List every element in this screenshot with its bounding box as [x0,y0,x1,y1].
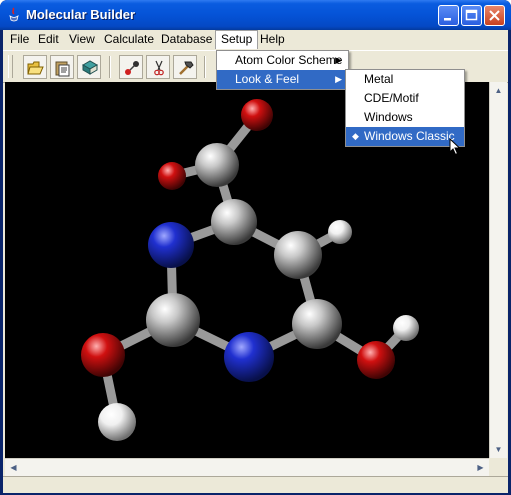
toolbar-separator [204,56,206,78]
atom-oxygen [241,99,273,131]
atom-carbon [146,293,200,347]
menu-item-metal[interactable]: Metal [346,70,464,89]
menu-item-look-and-feel[interactable]: Look & Feel ▶ [217,70,348,89]
menu-setup[interactable]: Setup [215,30,259,49]
build-button[interactable] [173,55,197,79]
title-bar[interactable]: Molecular Builder [0,0,511,30]
hammer-icon [179,61,194,75]
menu-file[interactable]: File [5,30,34,49]
minimize-icon [444,18,451,21]
menu-calculate[interactable]: Calculate [99,30,159,49]
toolbar-separator [109,56,111,78]
menu-database[interactable]: Database [156,30,217,49]
atom-hydrogen [328,220,352,244]
atom-carbon [211,199,257,245]
atom-carbon [292,299,342,349]
menu-bar: File Edit View Calculate Database Setup … [3,30,508,49]
maximize-button[interactable] [461,5,482,26]
open-button[interactable] [23,55,47,79]
atom-nitrogen [148,222,194,268]
scroll-corner [489,458,506,475]
horizontal-scrollbar[interactable]: ◀ ▶ [5,458,489,476]
atom-oxygen [158,162,186,190]
close-icon [489,10,500,21]
menu-help[interactable]: Help [255,30,290,49]
submenu-arrow-icon: ▶ [335,74,342,84]
atom-hydrogen [98,403,136,441]
scroll-right-icon[interactable]: ▶ [473,460,488,475]
toolbar-grip[interactable] [8,55,13,78]
atom-hydrogen [393,315,419,341]
vertical-scrollbar[interactable]: ▲ ▼ [489,82,507,458]
paste-button[interactable] [50,55,74,79]
maximize-icon [465,9,478,21]
atom-carbon [195,143,239,187]
window-title: Molecular Builder [26,7,136,22]
menu-item-cde-motif[interactable]: CDE/Motif [346,89,464,108]
menu-edit[interactable]: Edit [33,30,64,49]
library-button[interactable] [77,55,101,79]
cut-button[interactable] [146,55,170,79]
setup-dropdown-menu: Atom Color Scheme ▶ Look & Feel ▶ [216,50,349,90]
scroll-up-icon[interactable]: ▲ [491,83,506,98]
java-cup-icon [9,7,19,22]
atoms [81,99,419,441]
atom-oxygen [357,341,395,379]
menu-view[interactable]: View [64,30,100,49]
bond-button[interactable] [119,55,143,79]
atom-carbon [274,231,322,279]
menu-item-atom-color-scheme[interactable]: Atom Color Scheme ▶ [217,51,348,70]
submenu-arrow-icon: ▶ [335,55,342,65]
book-icon [81,60,99,75]
open-folder-icon [27,61,44,75]
menu-item-windows-classic[interactable]: ◆ Windows Classic [346,127,464,146]
atom-nitrogen [224,332,274,382]
scroll-down-icon[interactable]: ▼ [491,442,506,457]
minimize-button[interactable] [438,5,459,26]
app-window: Molecular Builder File Edit View Calcula… [0,0,511,495]
status-bar [3,476,508,493]
close-button[interactable] [484,5,505,26]
mouse-pointer-icon [449,138,461,156]
atom-oxygen [81,333,125,377]
menu-item-windows[interactable]: Windows [346,108,464,127]
scroll-left-icon[interactable]: ◀ [6,460,21,475]
selected-radio-icon: ◆ [352,131,359,141]
clipboard-icon [55,61,70,77]
bond-icon [125,61,139,75]
scissors-icon [154,60,164,76]
look-feel-submenu: Metal CDE/Motif Windows ◆ Windows Classi… [345,69,465,147]
